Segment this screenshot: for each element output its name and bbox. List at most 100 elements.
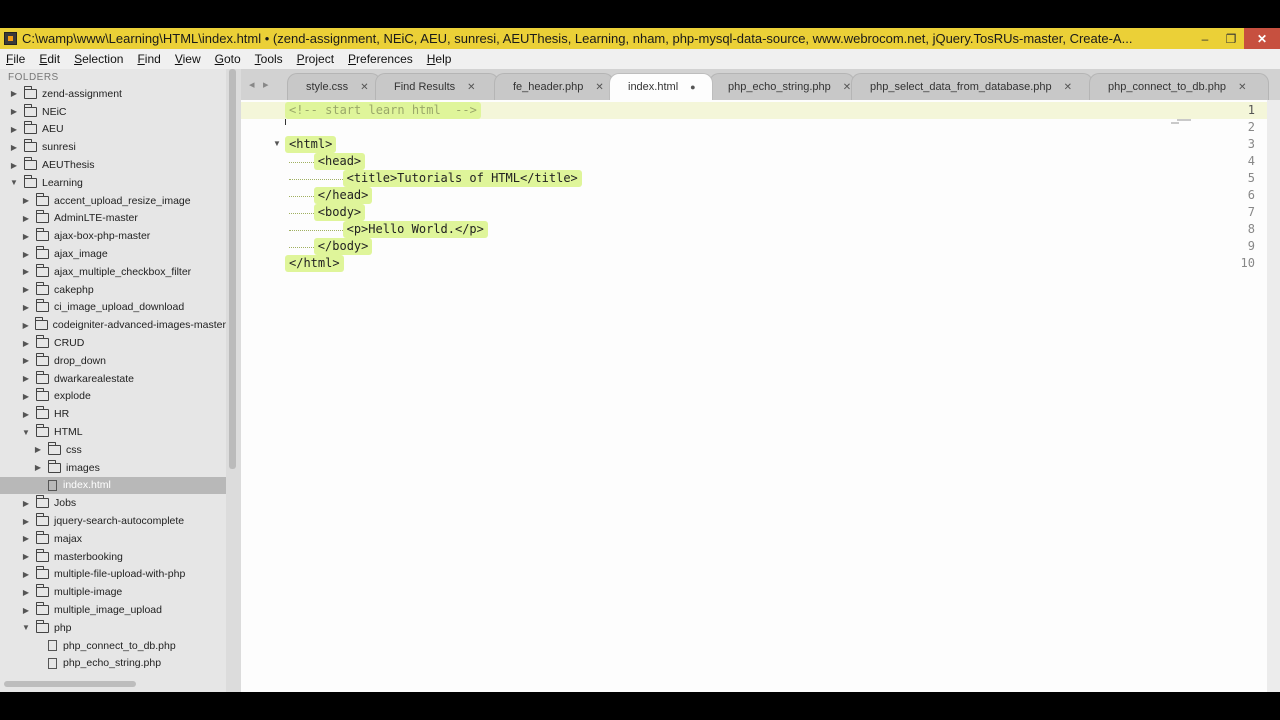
tab-scroll-right-icon[interactable]: ▸	[263, 78, 269, 91]
sidebar-tree-item[interactable]: ▶ Jobs	[0, 494, 226, 512]
chevron-right-icon[interactable]: ▶	[8, 107, 20, 116]
chevron-right-icon[interactable]: ▶	[20, 499, 32, 508]
sidebar-tree-item[interactable]: ▶ AdminLTE-master	[0, 210, 226, 228]
sidebar-tree-item[interactable]: ▶ explode	[0, 388, 226, 406]
code-line[interactable]: <title>Tutorials of HTML</title>	[342, 170, 582, 187]
close-tab-icon[interactable]: ✕	[1064, 82, 1072, 93]
close-tab-icon[interactable]: ✕	[467, 82, 475, 93]
tab-index-html[interactable]: index.html ●	[609, 73, 713, 100]
sidebar-tree-item[interactable]: ▶ cakephp	[0, 281, 226, 299]
unsaved-dot-icon[interactable]: ●	[690, 82, 695, 92]
sidebar-tree-item[interactable]: ▶ images	[0, 459, 226, 477]
menu-preferences[interactable]: Preferences	[348, 52, 413, 66]
chevron-down-icon[interactable]: ▼	[8, 178, 20, 187]
code-line[interactable]: <html>	[285, 136, 337, 153]
sidebar-vertical-scrollbar[interactable]	[229, 69, 236, 469]
chevron-right-icon[interactable]: ▶	[20, 588, 32, 597]
sidebar-tree-item[interactable]: php_echo_string.php	[0, 655, 226, 673]
chevron-right-icon[interactable]: ▶	[20, 356, 32, 365]
chevron-right-icon[interactable]: ▶	[20, 250, 32, 259]
menu-edit[interactable]: Edit	[39, 52, 60, 66]
close-tab-icon[interactable]: ✕	[595, 82, 603, 93]
sidebar-tree-item[interactable]: ▶ ajax-box-php-master	[0, 227, 226, 245]
chevron-right-icon[interactable]: ▶	[20, 214, 32, 223]
chevron-right-icon[interactable]: ▶	[20, 285, 32, 294]
chevron-right-icon[interactable]: ▶	[20, 606, 32, 615]
sidebar-tree-item[interactable]: ▶ multiple-file-upload-with-php	[0, 566, 226, 584]
sidebar-tree-item[interactable]: php_connect_to_db.php	[0, 637, 226, 655]
sidebar-tree-item[interactable]: ▼ Learning	[0, 174, 226, 192]
title-bar[interactable]: C:\wamp\www\Learning\HTML\index.html • (…	[0, 28, 1280, 49]
sidebar-tree-item[interactable]: ▼ php	[0, 619, 226, 637]
chevron-right-icon[interactable]: ▶	[20, 552, 32, 561]
chevron-right-icon[interactable]: ▶	[20, 392, 32, 401]
menu-find[interactable]: Find	[137, 52, 160, 66]
code-editor[interactable]: 1 <!-- start learn html --> 2 3 ▼ <html> 4 <hea…	[241, 100, 1267, 692]
chevron-right-icon[interactable]: ▶	[20, 196, 32, 205]
chevron-right-icon[interactable]: ▶	[20, 303, 32, 312]
menu-help[interactable]: Help	[427, 52, 452, 66]
chevron-right-icon[interactable]: ▶	[20, 534, 32, 543]
sidebar-tree-item[interactable]: ▶ codeigniter-advanced-images-master	[0, 316, 226, 334]
tab-style-css[interactable]: style.css ✕	[287, 73, 381, 100]
sidebar-tree-item[interactable]: ▶ sunresi	[0, 138, 226, 156]
maximize-button[interactable]: ❐	[1218, 28, 1244, 49]
sidebar-tree-item[interactable]: ▶ zend-assignment	[0, 85, 226, 103]
sidebar-tree-item[interactable]: ▶ AEUThesis	[0, 156, 226, 174]
menu-selection[interactable]: Selection	[74, 52, 123, 66]
chevron-right-icon[interactable]: ▶	[8, 161, 20, 170]
close-tab-icon[interactable]: ✕	[1238, 82, 1246, 93]
sidebar-tree-item[interactable]: ▶ accent_upload_resize_image	[0, 192, 226, 210]
chevron-right-icon[interactable]: ▶	[20, 374, 32, 383]
chevron-right-icon[interactable]: ▶	[32, 463, 44, 472]
sidebar-tree-item[interactable]: ▶ drop_down	[0, 352, 226, 370]
code-line[interactable]: </head>	[313, 187, 373, 204]
code-line[interactable]: <body>	[313, 204, 366, 221]
menu-goto[interactable]: Goto	[215, 52, 241, 66]
sidebar-tree-item[interactable]: ▶ ajax_image	[0, 245, 226, 263]
chevron-right-icon[interactable]: ▶	[20, 321, 31, 330]
chevron-right-icon[interactable]: ▶	[8, 143, 20, 152]
code-line[interactable]: </html>	[285, 255, 344, 272]
sidebar-tree-item[interactable]: ▶ majax	[0, 530, 226, 548]
chevron-right-icon[interactable]: ▶	[8, 89, 20, 98]
code-line[interactable]: <!-- start learn html -->	[285, 102, 481, 119]
chevron-right-icon[interactable]: ▶	[20, 410, 32, 419]
chevron-right-icon[interactable]: ▶	[20, 339, 32, 348]
tab-php-echo-string-php[interactable]: php_echo_string.php ✕	[709, 73, 855, 100]
sidebar-tree-item[interactable]: ▶ ci_image_upload_download	[0, 299, 226, 317]
sidebar-tree-item[interactable]: ▶ NEiC	[0, 103, 226, 121]
menu-file[interactable]: File	[6, 52, 25, 66]
sidebar-tree-item[interactable]: ▶ multiple_image_upload	[0, 601, 226, 619]
chevron-right-icon[interactable]: ▶	[20, 267, 32, 276]
chevron-right-icon[interactable]: ▶	[20, 570, 32, 579]
sidebar-horizontal-scrollbar[interactable]	[4, 681, 136, 687]
chevron-right-icon[interactable]: ▶	[8, 125, 20, 134]
menu-view[interactable]: View	[175, 52, 201, 66]
chevron-down-icon[interactable]: ▼	[20, 623, 32, 632]
tab-find-results[interactable]: Find Results ✕	[375, 73, 499, 100]
chevron-right-icon[interactable]: ▶	[20, 232, 32, 241]
sidebar-tree-item[interactable]: ▶ masterbooking	[0, 548, 226, 566]
editor-vertical-scrollbar[interactable]	[1267, 100, 1280, 692]
tab-php-connect-to-db-php[interactable]: php_connect_to_db.php ✕	[1089, 73, 1269, 100]
code-line[interactable]: </body>	[313, 238, 373, 255]
tab-scroll-left-icon[interactable]: ◂	[249, 78, 255, 91]
tab-php-select-data-from-database-php[interactable]: php_select_data_from_database.php ✕	[851, 73, 1093, 100]
sidebar-tree-item[interactable]: ▶ dwarkarealestate	[0, 370, 226, 388]
sidebar-tree-item[interactable]: ▶ jquery-search-autocomplete	[0, 512, 226, 530]
code-line[interactable]: <p>Hello World.</p>	[342, 221, 488, 238]
minimize-button[interactable]: –	[1192, 28, 1218, 49]
sidebar-tree-item[interactable]: ▶ css	[0, 441, 226, 459]
sidebar-tree-item[interactable]: ▶ HR	[0, 405, 226, 423]
chevron-down-icon[interactable]: ▼	[20, 428, 32, 437]
close-tab-icon[interactable]: ✕	[843, 82, 851, 93]
sidebar-tree-item[interactable]: index.html	[0, 476, 226, 495]
sidebar-tree-item[interactable]: ▶ ajax_multiple_checkbox_filter	[0, 263, 226, 281]
chevron-right-icon[interactable]: ▶	[20, 517, 32, 526]
code-line[interactable]: <head>	[313, 153, 366, 170]
sidebar-tree-item[interactable]: ▶ multiple-image	[0, 583, 226, 601]
chevron-right-icon[interactable]: ▶	[32, 445, 44, 454]
fold-arrow-icon[interactable]: ▼	[273, 139, 281, 148]
menu-project[interactable]: Project	[297, 52, 334, 66]
